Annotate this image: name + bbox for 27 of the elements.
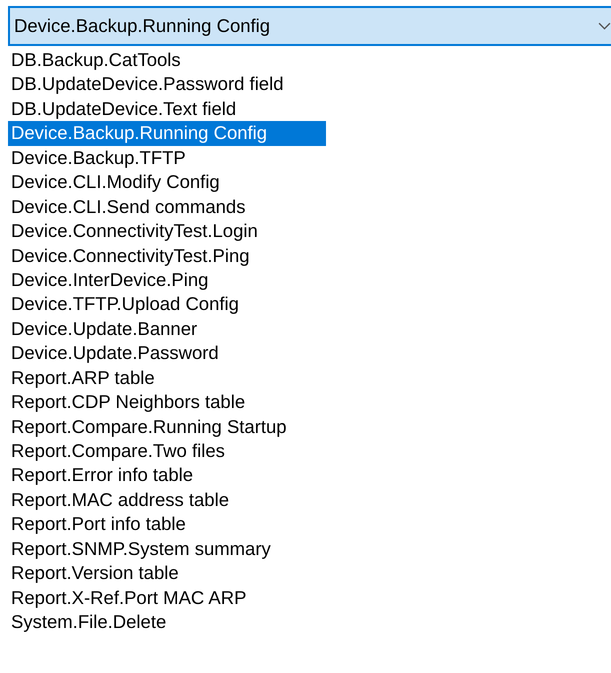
list-item[interactable]: Report.Compare.Running Startup xyxy=(8,414,326,439)
list-item[interactable]: Device.ConnectivityTest.Ping xyxy=(8,244,326,268)
list-item[interactable]: System.File.Delete xyxy=(8,610,326,634)
list-item[interactable]: DB.Backup.CatTools xyxy=(8,48,326,72)
list-item[interactable]: Report.X-Ref.Port MAC ARP xyxy=(8,586,326,610)
list-item[interactable]: Device.Backup.Running Config xyxy=(8,121,326,146)
list-item[interactable]: Report.SNMP.System summary xyxy=(8,536,326,562)
list-item[interactable]: Device.ConnectivityTest.Login xyxy=(8,219,326,244)
list-item[interactable]: Device.Update.Password xyxy=(8,341,326,366)
list-item[interactable]: Report.Compare.Two files xyxy=(8,439,326,464)
list-item[interactable]: Report.MAC address table xyxy=(8,488,326,512)
dropdown-field[interactable]: Device.Backup.Running Config xyxy=(8,6,611,46)
list-item[interactable]: Device.CLI.Send commands xyxy=(8,194,326,220)
list-item[interactable]: Device.CLI.Modify Config xyxy=(8,170,326,195)
chevron-down-icon[interactable] xyxy=(598,22,611,30)
list-item[interactable]: Report.Error info table xyxy=(8,463,326,488)
list-item[interactable]: DB.UpdateDevice.Password field xyxy=(8,72,326,97)
list-item[interactable]: Report.Port info table xyxy=(8,512,326,537)
list-item[interactable]: Device.InterDevice.Ping xyxy=(8,268,326,292)
list-item[interactable]: Report.Version table xyxy=(8,561,326,586)
list-item[interactable]: Report.CDP Neighbors table xyxy=(8,390,326,415)
list-item[interactable]: Report.ARP table xyxy=(8,366,326,390)
list-item[interactable]: Device.Backup.TFTP xyxy=(8,146,326,170)
dropdown-value: Device.Backup.Running Config xyxy=(14,15,272,37)
list-item[interactable]: Device.TFTP.Upload Config xyxy=(8,292,326,317)
list-item[interactable]: DB.UpdateDevice.Text field xyxy=(8,96,326,122)
list-item[interactable]: Device.Update.Banner xyxy=(8,316,326,342)
